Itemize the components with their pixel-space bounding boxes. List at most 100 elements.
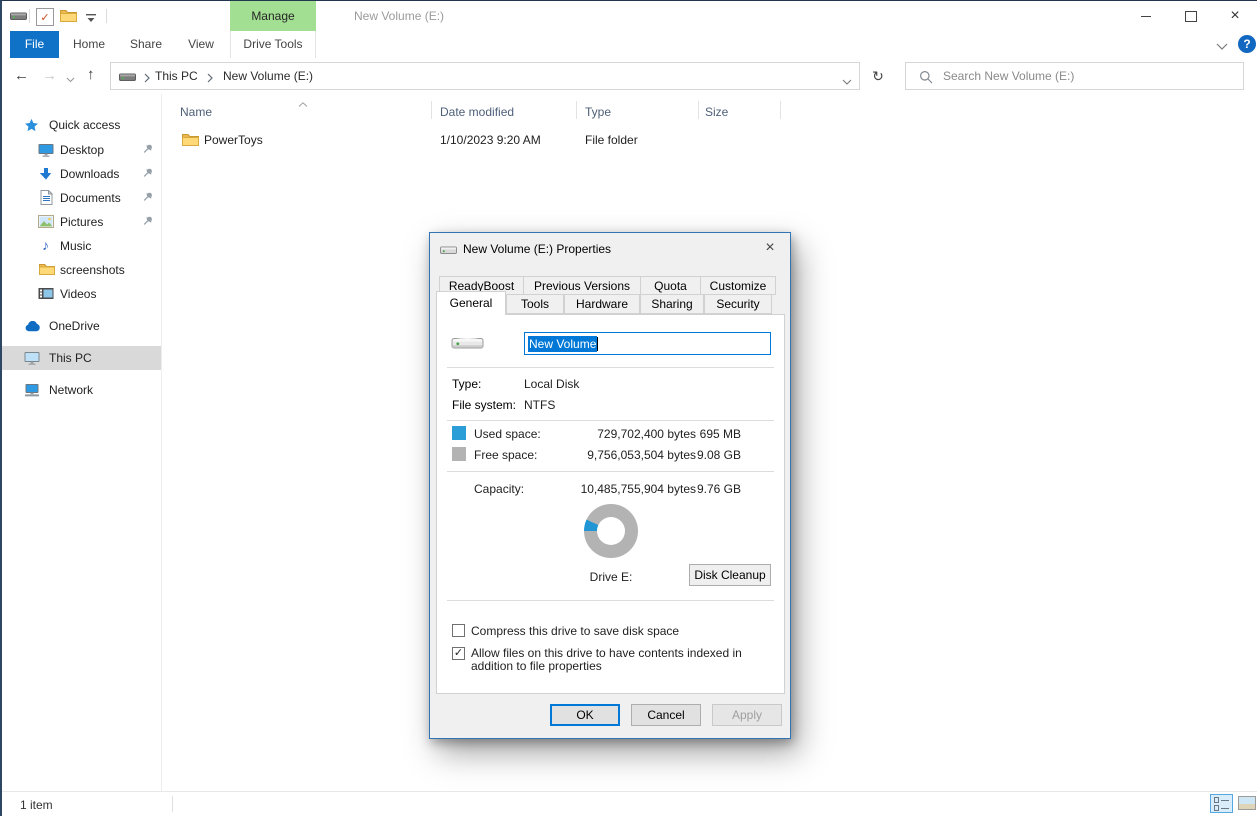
sidebar-item-videos[interactable]: Videos (2, 282, 161, 306)
breadcrumb-chevron-icon[interactable] (207, 72, 213, 86)
sidebar-item-label: This PC (49, 351, 92, 365)
refresh-button[interactable]: ↻ (864, 62, 892, 90)
column-divider[interactable] (698, 101, 699, 119)
index-checkbox[interactable]: ✓ (452, 647, 465, 660)
details-view-button[interactable] (1210, 794, 1233, 813)
network-icon (24, 383, 40, 401)
thumbnail-view-button[interactable] (1238, 796, 1256, 810)
sidebar-item-desktop[interactable]: Desktop (2, 138, 161, 162)
used-space-size: 695 MB (676, 427, 741, 441)
volume-label-input[interactable]: New Volume (524, 332, 771, 355)
used-space-label: Used space: (474, 427, 541, 441)
column-divider[interactable] (576, 101, 577, 119)
breadcrumb-drive-icon (119, 71, 137, 86)
capacity-bytes: 10,485,755,904 bytes (556, 482, 696, 496)
index-checkbox-label[interactable]: Allow files on this drive to have conten… (471, 647, 773, 673)
sidebar-item-label: Downloads (60, 167, 119, 181)
minimize-button[interactable] (1123, 1, 1168, 31)
recent-locations-chevron-icon[interactable] (66, 72, 75, 86)
close-icon: × (765, 239, 774, 257)
title-bar: ✓ Manage New Volume (E:) × (2, 1, 1257, 31)
compress-checkbox-label[interactable]: Compress this drive to save disk space (471, 624, 776, 638)
column-header-type[interactable]: Type (585, 101, 611, 123)
donut-hole (597, 517, 625, 545)
forward-button[interactable]: → (42, 66, 57, 86)
file-date-modified: 1/10/2023 9:20 AM (440, 128, 541, 152)
column-header-date-modified[interactable]: Date modified (440, 101, 514, 123)
tab-customize[interactable]: Customize (700, 276, 776, 295)
details-view-icon (1214, 797, 1229, 803)
separator (447, 471, 774, 472)
help-button[interactable]: ? (1238, 35, 1256, 53)
breadcrumb-this-pc[interactable]: This PC (155, 69, 198, 83)
tab-view[interactable]: View (176, 31, 226, 58)
tab-general[interactable]: General (436, 291, 506, 315)
column-divider[interactable] (780, 101, 781, 119)
type-label: Type: (452, 377, 481, 391)
qat-properties-button[interactable]: ✓ (36, 8, 54, 26)
column-divider[interactable] (431, 101, 432, 119)
disk-cleanup-button[interactable]: Disk Cleanup (689, 564, 771, 586)
qat-new-folder-button[interactable] (60, 9, 77, 26)
sidebar-item-downloads[interactable]: Downloads (2, 162, 161, 186)
maximize-button[interactable] (1168, 1, 1213, 31)
qat-customize-button[interactable] (86, 12, 96, 26)
download-arrow-icon (39, 167, 53, 184)
minimize-icon (1141, 16, 1151, 17)
tab-file[interactable]: File (10, 31, 59, 58)
selected-text: New Volume (528, 336, 597, 352)
dialog-close-button[interactable]: × (754, 235, 786, 261)
tab-hardware[interactable]: Hardware (564, 294, 640, 314)
tab-quota[interactable]: Quota (640, 276, 701, 295)
apply-button[interactable]: Apply (712, 704, 782, 726)
close-icon: × (1230, 1, 1239, 31)
tab-share[interactable]: Share (119, 31, 173, 58)
column-header-name[interactable]: Name (180, 101, 212, 123)
capacity-size: 9.76 GB (676, 482, 741, 496)
sidebar-item-onedrive[interactable]: OneDrive (2, 314, 161, 338)
monitor-icon (38, 143, 54, 161)
up-button[interactable]: ↑ (87, 65, 95, 85)
sidebar-item-screenshots[interactable]: screenshots (2, 258, 161, 282)
back-button[interactable]: ← (14, 66, 29, 86)
search-box[interactable]: Search New Volume (E:) (905, 62, 1244, 90)
tab-tools[interactable]: Tools (506, 294, 564, 314)
separator (447, 600, 774, 601)
address-bar[interactable]: This PC New Volume (E:) (110, 62, 860, 90)
ok-button[interactable]: OK (550, 704, 620, 726)
breadcrumb-current-folder[interactable]: New Volume (E:) (223, 69, 313, 83)
tab-home[interactable]: Home (62, 31, 116, 58)
sidebar-item-label: screenshots (60, 263, 125, 277)
dialog-title: New Volume (E:) Properties (463, 242, 611, 256)
free-space-label: Free space: (474, 448, 537, 462)
checkbox-check-icon: ✓ (454, 647, 463, 659)
tab-previous-versions[interactable]: Previous Versions (523, 276, 641, 295)
capacity-label: Capacity: (474, 482, 524, 496)
free-space-bytes: 9,756,053,504 bytes (556, 448, 696, 462)
compress-checkbox[interactable] (452, 624, 465, 637)
column-header-size[interactable]: Size (705, 101, 728, 123)
tab-security[interactable]: Security (704, 294, 772, 314)
address-history-chevron-icon[interactable] (842, 74, 852, 88)
ribbon-collapse-chevron-icon[interactable] (1216, 39, 1228, 53)
window-drive-icon (10, 10, 28, 25)
sidebar-item-label: Music (60, 239, 91, 253)
close-button[interactable]: × (1213, 1, 1257, 31)
contextual-group-manage[interactable]: Manage (230, 1, 316, 31)
tab-sharing[interactable]: Sharing (640, 294, 704, 314)
sidebar-item-network[interactable]: Network (2, 378, 161, 402)
sidebar-item-documents[interactable]: Documents (2, 186, 161, 210)
file-system-value: NTFS (524, 398, 555, 412)
cancel-button[interactable]: Cancel (631, 704, 701, 726)
sidebar-item-this-pc[interactable]: This PC (2, 346, 161, 370)
search-icon (919, 70, 933, 87)
tab-drive-tools[interactable]: Drive Tools (230, 31, 316, 58)
type-value: Local Disk (524, 377, 579, 391)
file-row-powertoys[interactable]: PowerToys 1/10/2023 9:20 AM File folder (162, 128, 862, 152)
sidebar-item-label: OneDrive (49, 319, 100, 333)
sidebar-item-pictures[interactable]: Pictures (2, 210, 161, 234)
sidebar-item-music[interactable]: ♪ Music (2, 234, 161, 258)
breadcrumb-chevron-icon[interactable] (144, 72, 150, 86)
status-bar: 1 item (2, 791, 1257, 816)
sidebar-item-quick-access[interactable]: Quick access (2, 113, 161, 137)
